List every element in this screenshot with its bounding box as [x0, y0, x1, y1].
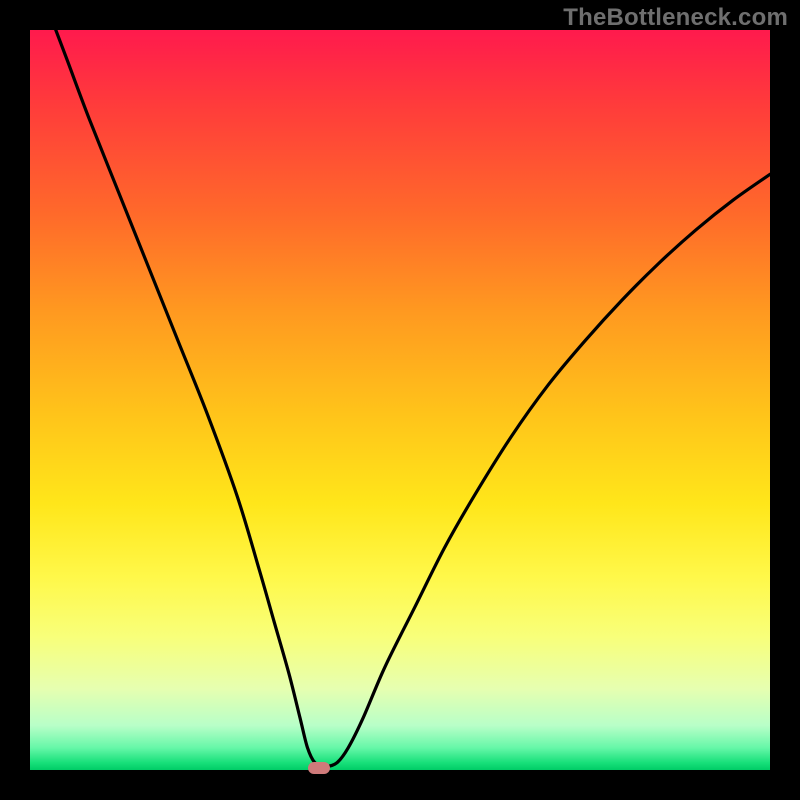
- optimal-point-marker: [308, 762, 330, 774]
- watermark-text: TheBottleneck.com: [563, 4, 788, 32]
- plot-area: [30, 30, 770, 770]
- bottleneck-curve: [30, 30, 770, 770]
- chart-frame: TheBottleneck.com: [0, 0, 800, 800]
